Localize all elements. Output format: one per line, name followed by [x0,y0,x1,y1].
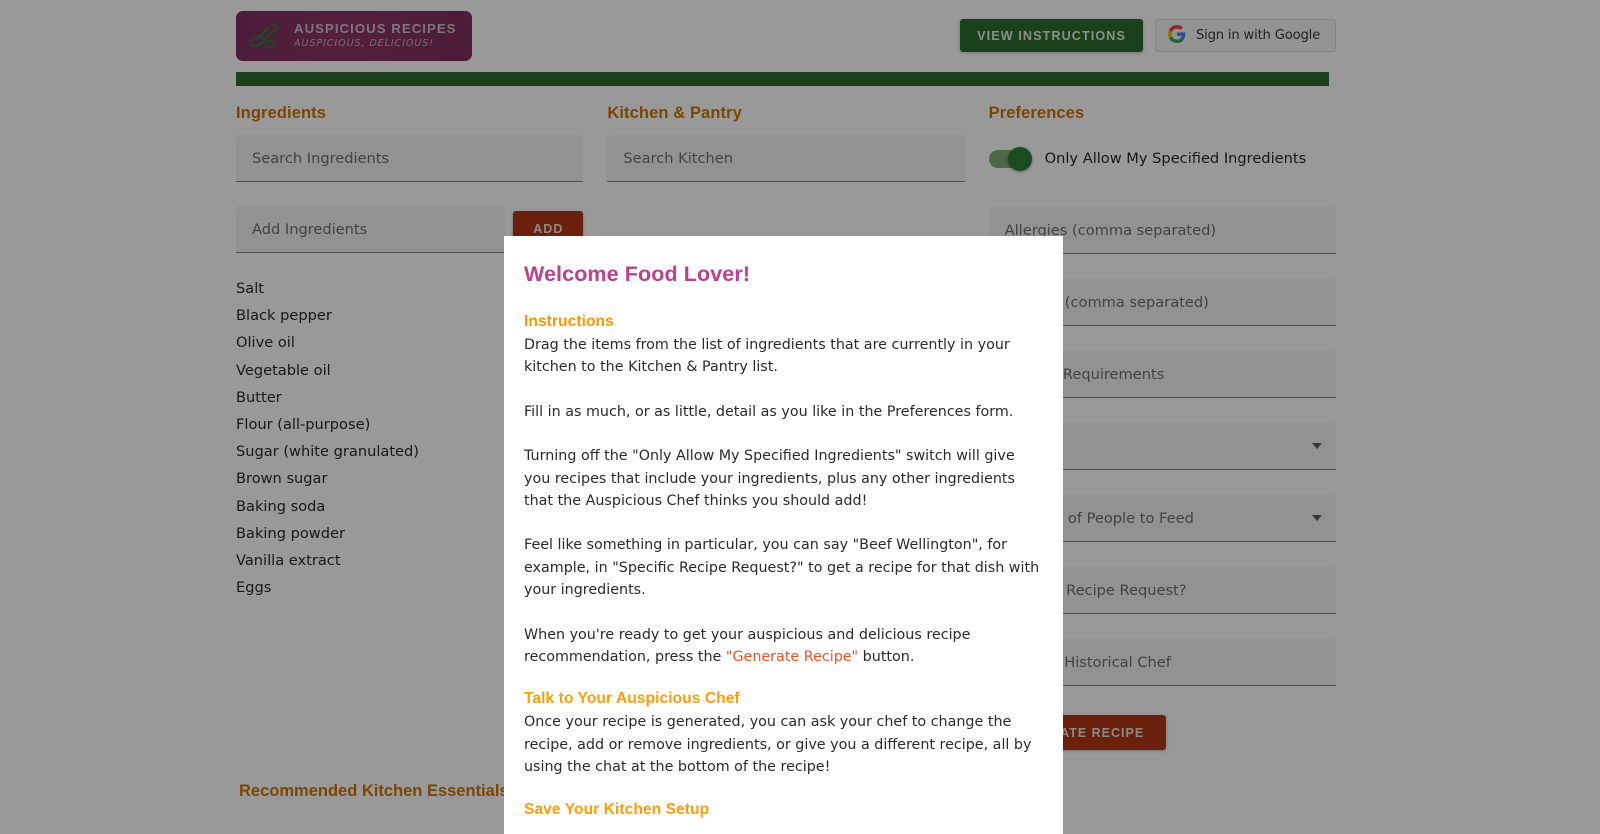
modal-section-save-setup: Save Your Kitchen Setup [524,801,1043,819]
modal-heading-save-setup: Save Your Kitchen Setup [524,800,710,818]
modal-paragraph: Fill in as much, or as little, detail as… [524,403,1014,420]
modal-heading-instructions: Instructions [524,313,614,330]
modal-section-instructions: Instructions Drag the items from the lis… [524,313,1043,668]
modal-paragraph: Feel like something in particular, you c… [524,537,1040,599]
modal-heading-talk-to-chef: Talk to Your Auspicious Chef [524,690,740,708]
generate-text-post: button. [858,649,915,666]
generate-recipe-highlight: "Generate Recipe" [725,649,859,666]
modal-paragraph-generate: When you're ready to get your auspicious… [524,624,1043,669]
modal-section-chef: Talk to Your Auspicious Chef Once your r… [524,690,1043,778]
modal-paragraph: Once your recipe is generated, you can a… [524,714,1032,776]
modal-title: Welcome Food Lover! [524,262,751,286]
modal-paragraph: Turning off the "Only Allow My Specified… [524,448,1015,510]
welcome-modal: Welcome Food Lover! Instructions Drag th… [504,236,1063,834]
modal-paragraph: Drag the items from the list of ingredie… [524,337,1010,376]
